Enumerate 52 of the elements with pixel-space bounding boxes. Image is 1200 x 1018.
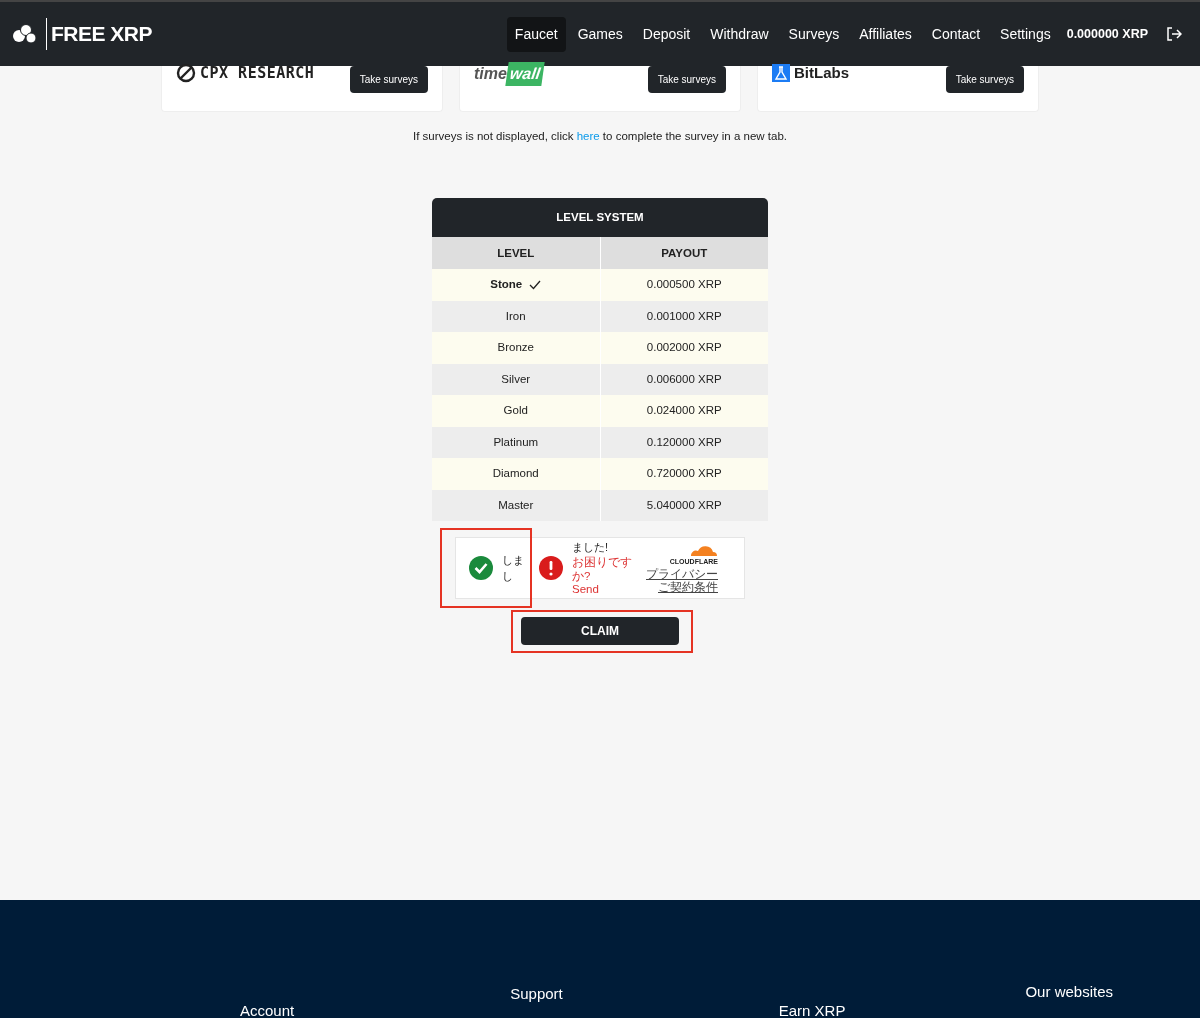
footer-heading: Account — [240, 1002, 295, 1018]
table-cell-text: Bronze — [497, 340, 534, 356]
table-cell-text: 0.120000 XRP — [646, 434, 722, 450]
take-surveys-button[interactable]: Take surveys — [647, 66, 726, 93]
brand-logo[interactable]: FREE XRP — [46, 18, 153, 50]
footer-heading: Support — [510, 985, 563, 1002]
balance-text: 0.000000 XRP — [1066, 25, 1148, 43]
nav-link[interactable]: Games — [569, 16, 631, 52]
error-text: ました! — [572, 540, 610, 556]
footer-heading: Our websites — [1025, 983, 1113, 1000]
nav-link[interactable]: Withdraw — [702, 16, 777, 52]
table-title: LEVEL SYSTEM — [432, 198, 768, 238]
table-cell-text: 0.001000 XRP — [646, 308, 722, 324]
table-cell-text: Stone — [490, 277, 523, 293]
nav-link[interactable]: Affiliates — [851, 16, 920, 52]
bitlabs-logo-text: BitLabs — [794, 63, 849, 83]
column-header: LEVEL — [496, 245, 536, 261]
success-text: しま し — [502, 552, 525, 585]
timewall-logo: timewall — [474, 62, 544, 86]
table-cell-text: 0.024000 XRP — [646, 403, 722, 419]
table-cell-text: Iron — [505, 308, 526, 324]
footer-heading: Earn XRP — [778, 1002, 846, 1018]
nav-link[interactable]: Contact — [923, 16, 989, 52]
logout-icon[interactable] — [1166, 26, 1182, 42]
table-cell-text: Gold — [503, 403, 528, 419]
nav-link[interactable]: Deposit — [634, 16, 699, 52]
take-surveys-button[interactable]: Take surveys — [349, 66, 428, 93]
coins-icon — [12, 24, 38, 44]
check-circle-icon — [468, 555, 494, 582]
take-surveys-button[interactable]: Take surveys — [945, 66, 1024, 93]
error-icon — [538, 555, 564, 582]
nav-link[interactable]: Surveys — [780, 16, 848, 52]
table-cell-text: Platinum — [493, 434, 539, 450]
table-cell-text: 0.002000 XRP — [646, 340, 722, 356]
table-cell-text: 0.006000 XRP — [646, 371, 722, 387]
check-icon — [529, 280, 542, 290]
table-cell-text: 0.000500 XRP — [646, 277, 722, 293]
nav-link[interactable]: Settings — [992, 16, 1059, 52]
help-link[interactable]: お困りです か? — [572, 555, 638, 584]
survey-notice: If surveys is not displayed, click here to complete the survey in a new tab. — [412, 129, 788, 144]
nav-link[interactable]: Faucet — [506, 16, 566, 52]
cloudflare-link[interactable]: ご契約条件 — [658, 580, 718, 594]
table-cell-text: 0.720000 XRP — [646, 466, 722, 482]
cloud-icon — [688, 543, 718, 558]
cpx-logo-text: CPX RESEARCH — [200, 63, 315, 84]
table-cell-text: Master — [498, 497, 534, 513]
table-cell-text: 5.040000 XRP — [646, 497, 722, 513]
table-cell-text: Silver — [501, 371, 531, 387]
cloudflare-link[interactable]: プライバシー — [646, 567, 718, 581]
send-link[interactable]: Send — [572, 583, 638, 598]
table-cell-text: Diamond — [492, 466, 539, 482]
claim-button[interactable]: CLAIM — [521, 617, 679, 646]
